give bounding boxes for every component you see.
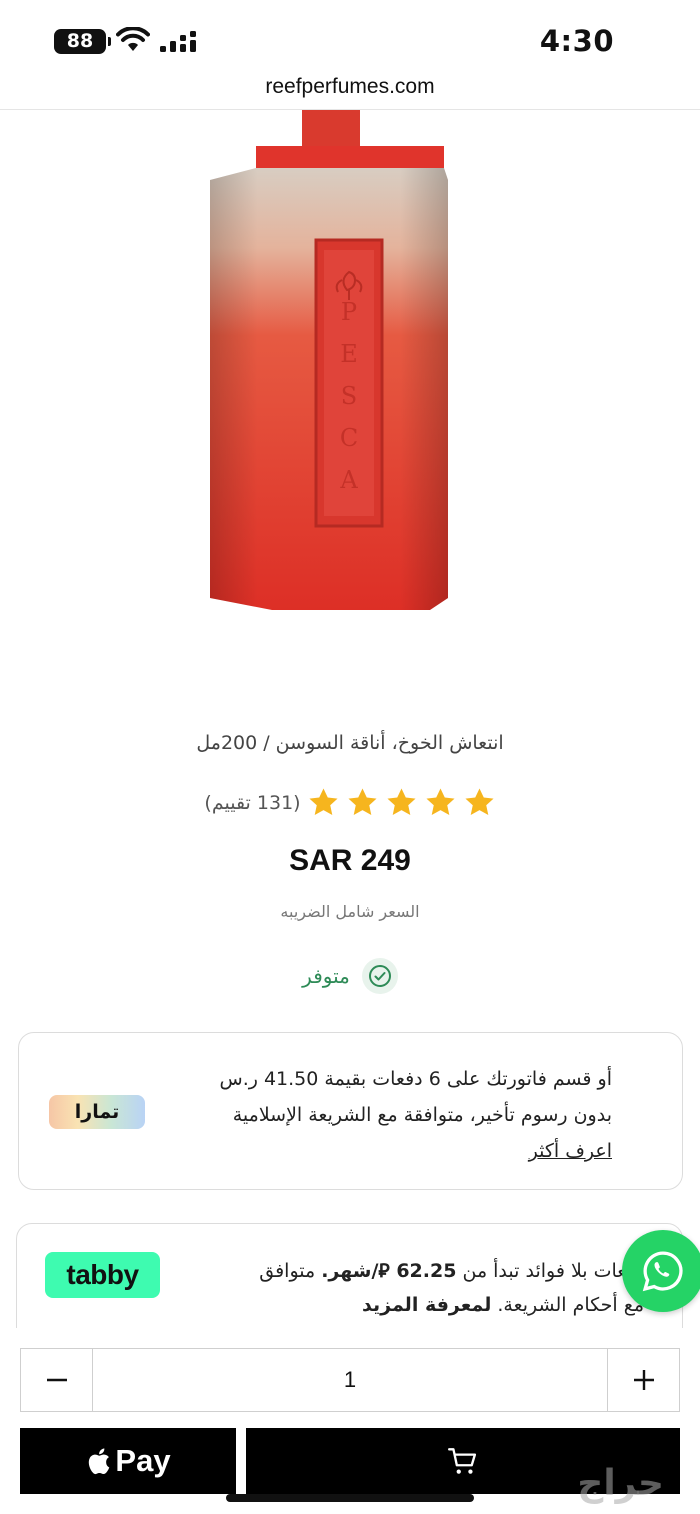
signal-icon <box>160 31 196 52</box>
tabby-amount: 62.25 ⃁/شهر. <box>321 1260 457 1282</box>
wifi-icon <box>116 27 150 51</box>
star-icon <box>309 788 338 816</box>
quantity-stepper: 1 <box>20 1348 680 1412</box>
price: SAR 249 <box>289 844 411 877</box>
increase-quantity-button[interactable] <box>607 1349 679 1411</box>
check-circle-icon <box>361 958 398 994</box>
tamara-logo: تمارا <box>49 1095 145 1129</box>
star-icon <box>387 788 416 816</box>
home-indicator <box>226 1494 474 1502</box>
tamara-learn-more-link[interactable]: اعرف أكثر <box>529 1140 612 1162</box>
apple-logo-icon <box>89 1448 110 1475</box>
tabby-text-line2: مع أحكام الشريعة. <box>497 1294 644 1316</box>
tax-note: السعر شامل الضريبه <box>280 902 420 921</box>
stock-status: متوفر <box>0 958 700 994</box>
apple-pay-button[interactable]: Pay <box>20 1428 236 1494</box>
star-icon <box>348 788 377 816</box>
decrease-quantity-button[interactable] <box>21 1349 93 1411</box>
stock-label: متوفر <box>302 964 350 988</box>
rating[interactable]: (131 تقييم) <box>0 786 700 819</box>
watermark: حراج <box>577 1463 664 1504</box>
stars <box>307 786 496 819</box>
whatsapp-icon <box>642 1251 683 1292</box>
whatsapp-button[interactable] <box>622 1230 700 1312</box>
tabby-text: دفعات بلا فوائد تبدأ من 62.25 ⃁/شهر. متو… <box>174 1254 644 1322</box>
star-icon <box>426 788 455 816</box>
quantity-value[interactable]: 1 <box>93 1349 607 1411</box>
rating-count: (131 تقييم) <box>204 791 301 814</box>
tabby-text-prefix: دفعات بلا فوائد تبدأ من <box>456 1260 644 1282</box>
tamara-box: أو قسم فاتورتك على 6 دفعات بقيمة 41.50 ر… <box>18 1032 683 1190</box>
star-icon <box>465 788 494 816</box>
product-image: PESCA <box>210 110 448 610</box>
tabby-text-suffix: متوافق <box>259 1260 322 1282</box>
url-bar[interactable]: reefperfumes.com <box>0 70 700 110</box>
status-bar: 88 4:30 <box>0 0 700 80</box>
battery-icon: 88 <box>54 29 111 54</box>
apple-pay-label: Pay <box>115 1443 171 1478</box>
tabby-learn-more-link[interactable]: لمعرفة المزيد <box>362 1294 491 1316</box>
minus-icon <box>46 1378 67 1382</box>
cart-icon <box>448 1448 477 1474</box>
tamara-text: أو قسم فاتورتك على 6 دفعات بقيمة 41.50 ر… <box>192 1061 612 1169</box>
clock: 4:30 <box>539 24 614 58</box>
plus-icon <box>633 1370 654 1390</box>
tamara-description: أو قسم فاتورتك على 6 دفعات بقيمة 41.50 ر… <box>219 1068 612 1126</box>
tabby-logo: tabby <box>45 1252 160 1298</box>
product-title: انتعاش الخوخ، أناقة السوسن / 200مل <box>196 732 504 754</box>
